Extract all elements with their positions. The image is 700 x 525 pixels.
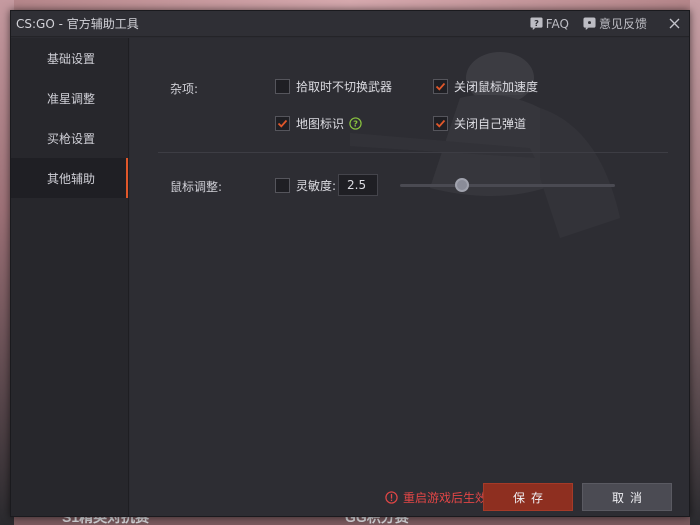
svg-text:?: ? bbox=[353, 119, 358, 129]
checkbox-label: 拾取时不切换武器 bbox=[296, 80, 393, 94]
faq-link[interactable]: ? FAQ bbox=[530, 17, 569, 31]
settings-panel: 杂项: 拾取时不切换武器 关闭鼠标加速度 地图标识 ? 关闭自己弹道 鼠标调整:… bbox=[130, 38, 689, 516]
sidebar-nav: 基础设置 准星调整 买枪设置 其他辅助 bbox=[11, 38, 129, 516]
checkmark-icon bbox=[277, 119, 288, 128]
checkbox-map-marker[interactable]: 地图标识 ? bbox=[275, 115, 362, 132]
checkbox-disable-own-tracer[interactable]: 关闭自己弹道 bbox=[433, 115, 526, 132]
checkbox-box[interactable] bbox=[275, 116, 290, 131]
save-button[interactable]: 保存 bbox=[483, 483, 573, 511]
checkbox-box[interactable] bbox=[275, 178, 290, 193]
background-right bbox=[690, 0, 700, 525]
checkbox-disable-mouse-accel[interactable]: 关闭鼠标加速度 bbox=[433, 78, 538, 95]
sidebar-item-label: 准星调整 bbox=[47, 91, 96, 106]
feedback-label: 意见反馈 bbox=[598, 17, 647, 31]
warning-icon bbox=[385, 491, 398, 504]
help-icon[interactable]: ? bbox=[349, 117, 362, 130]
close-icon bbox=[669, 18, 679, 29]
restart-warning: 重启游戏后生效 bbox=[385, 489, 487, 506]
feedback-icon bbox=[583, 17, 596, 30]
checkbox-label: 地图标识 bbox=[296, 117, 345, 131]
faq-label: FAQ bbox=[545, 16, 569, 31]
sidebar-item-label: 基础设置 bbox=[47, 51, 96, 66]
checkbox-label: 关闭自己弹道 bbox=[454, 117, 527, 131]
mouse-adjust-label: 鼠标调整: bbox=[170, 180, 223, 194]
checkbox-box[interactable] bbox=[433, 116, 448, 131]
sidebar-item-other-assist[interactable]: 其他辅助 bbox=[11, 158, 128, 198]
misc-label: 杂项: bbox=[170, 82, 199, 96]
svg-text:?: ? bbox=[534, 18, 539, 28]
background-top bbox=[0, 0, 700, 10]
sensitivity-input[interactable]: 2.5 bbox=[338, 174, 378, 196]
checkbox-sensitivity[interactable]: 灵敏度: bbox=[275, 177, 336, 194]
restart-warning-text: 重启游戏后生效 bbox=[403, 491, 488, 505]
window-title: CS:GO - 官方辅助工具 bbox=[16, 17, 139, 31]
sidebar-item-label: 其他辅助 bbox=[47, 171, 96, 186]
sensitivity-slider-track[interactable] bbox=[400, 184, 615, 187]
checkbox-box[interactable] bbox=[433, 79, 448, 94]
close-button[interactable] bbox=[661, 11, 687, 37]
checkbox-label: 关闭鼠标加速度 bbox=[454, 80, 539, 94]
app-window: CS:GO - 官方辅助工具 ? FAQ 意见反馈 基础设置 准星调整 买枪设置… bbox=[10, 10, 690, 517]
sensitivity-label: 灵敏度: bbox=[296, 179, 337, 193]
sidebar-item-basic-settings[interactable]: 基础设置 bbox=[11, 38, 128, 78]
sidebar-item-label: 买枪设置 bbox=[47, 131, 96, 146]
soldier-background-art bbox=[350, 52, 620, 238]
sidebar-item-buy-settings[interactable]: 买枪设置 bbox=[11, 118, 128, 158]
checkbox-box[interactable] bbox=[275, 79, 290, 94]
title-bar: CS:GO - 官方辅助工具 ? FAQ 意见反馈 bbox=[11, 11, 689, 37]
checkmark-icon bbox=[435, 119, 446, 128]
section-divider bbox=[158, 152, 668, 153]
checkmark-icon bbox=[435, 82, 446, 91]
sidebar-item-crosshair[interactable]: 准星调整 bbox=[11, 78, 128, 118]
faq-icon: ? bbox=[530, 17, 543, 30]
cancel-button[interactable]: 取消 bbox=[582, 483, 672, 511]
feedback-link[interactable]: 意见反馈 bbox=[583, 15, 647, 32]
checkbox-no-weapon-switch[interactable]: 拾取时不切换武器 bbox=[275, 78, 392, 95]
